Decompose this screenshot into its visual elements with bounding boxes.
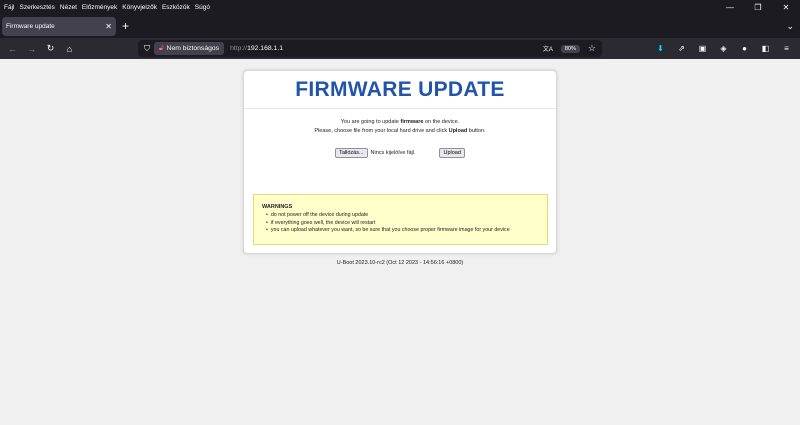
insecure-lock-icon: 🔓︎ (159, 44, 164, 52)
url-bar[interactable]: ⛉ 🔓︎ Nem biztonságos http://192.168.1.1 … (138, 40, 602, 57)
warning-item: do not power off the device during updat… (262, 212, 539, 220)
app-menu-icon[interactable]: ≡ (777, 40, 796, 57)
vpn-extension-icon[interactable]: ● (735, 40, 754, 57)
upload-button[interactable]: Upload (439, 148, 465, 158)
warnings-box: WARNINGS do not power off the device dur… (253, 194, 548, 245)
navigation-bar: ← → ↻ ⌂ ⛉ 🔓︎ Nem biztonságos http://192.… (0, 38, 800, 59)
menu-edit[interactable]: Szerkesztés (19, 4, 54, 11)
tracking-protection-shield-icon[interactable]: ⛉ (140, 44, 154, 54)
firmware-update-card: FIRMWARE UPDATE You are going to update … (243, 70, 557, 254)
menu-history[interactable]: Előzmények (82, 4, 117, 11)
intro-line-1: You are going to update firmware on the … (340, 119, 460, 125)
intro-line-2: Please, choose file from your local hard… (314, 127, 486, 134)
new-tab-button[interactable]: + (122, 19, 129, 33)
menu-bookmarks[interactable]: Könyvjelzők (122, 4, 157, 11)
zoom-level-button[interactable]: 80% (560, 44, 580, 53)
download-icon[interactable]: ⬇ (651, 40, 670, 57)
card-header: FIRMWARE UPDATE (244, 71, 556, 109)
tab-bar: Firmware update ✕ + ⌄ (0, 14, 800, 38)
browse-file-button[interactable]: Tallózás... (335, 148, 368, 158)
url-bar-actions: 文A 80% ☆ (543, 43, 602, 54)
warnings-list: do not power off the device during updat… (262, 212, 539, 235)
warning-item: if everything goes well, the device will… (262, 220, 539, 228)
minimize-button[interactable]: — (716, 0, 744, 14)
menu-tools[interactable]: Eszközök (162, 4, 190, 11)
translate-icon[interactable]: 文A (543, 44, 553, 53)
toolbar-icons: ⬇ ⇗ ▣ ◈ ● ◧ ≡ (651, 40, 796, 57)
warning-item: you can upload whatever you want, so be … (262, 227, 539, 235)
reload-button[interactable]: ↻ (41, 40, 60, 57)
share-icon[interactable]: ⇗ (672, 40, 691, 57)
page-title: FIRMWARE UPDATE (295, 77, 505, 101)
sidebar-icon[interactable]: ▣ (693, 40, 712, 57)
shield-extension-icon[interactable]: ◈ (714, 40, 733, 57)
list-all-tabs-button[interactable]: ⌄ (786, 21, 794, 32)
menu-view[interactable]: Nézet (60, 4, 77, 11)
intro-text: You are going to update firmware on the … (244, 118, 556, 135)
menu-items: Fájl Szerkesztés Nézet Előzmények Könyvj… (0, 4, 215, 11)
menu-file[interactable]: Fájl (4, 4, 14, 11)
close-tab-icon[interactable]: ✕ (105, 22, 112, 31)
forward-button[interactable]: → (22, 40, 41, 57)
home-button[interactable]: ⌂ (60, 40, 79, 57)
close-window-button[interactable]: ✕ (772, 0, 800, 14)
security-label: Nem biztonságos (166, 45, 220, 52)
window-controls: — ❐ ✕ (716, 0, 800, 14)
url-text[interactable]: http://192.168.1.1 (230, 45, 283, 52)
menu-bar: Fájl Szerkesztés Nézet Előzmények Könyvj… (0, 0, 800, 14)
menu-help[interactable]: Súgó (195, 4, 210, 11)
site-security-indicator[interactable]: 🔓︎ Nem biztonságos (154, 42, 225, 55)
page-content: FIRMWARE UPDATE You are going to update … (0, 59, 800, 425)
back-button[interactable]: ← (3, 40, 22, 57)
file-status-text: Nincs kijelölve fájl. (370, 150, 416, 156)
upload-form: Tallózás... Nincs kijelölve fájl. Upload (244, 148, 556, 158)
url-protocol: http:// (230, 45, 248, 52)
tab-title: Firmware update (6, 22, 55, 30)
restore-button[interactable]: ❐ (744, 0, 772, 14)
warnings-title: WARNINGS (262, 204, 293, 210)
footer-version: U-Boot 2023.10-rc2 (Oct 12 2023 - 14:56:… (336, 260, 464, 266)
bookmark-extension-icon[interactable]: ◧ (756, 40, 775, 57)
url-host: 192.168.1.1 (247, 45, 283, 52)
bookmark-star-icon[interactable]: ☆ (588, 43, 596, 54)
tab-firmware-update[interactable]: Firmware update ✕ (2, 16, 116, 36)
